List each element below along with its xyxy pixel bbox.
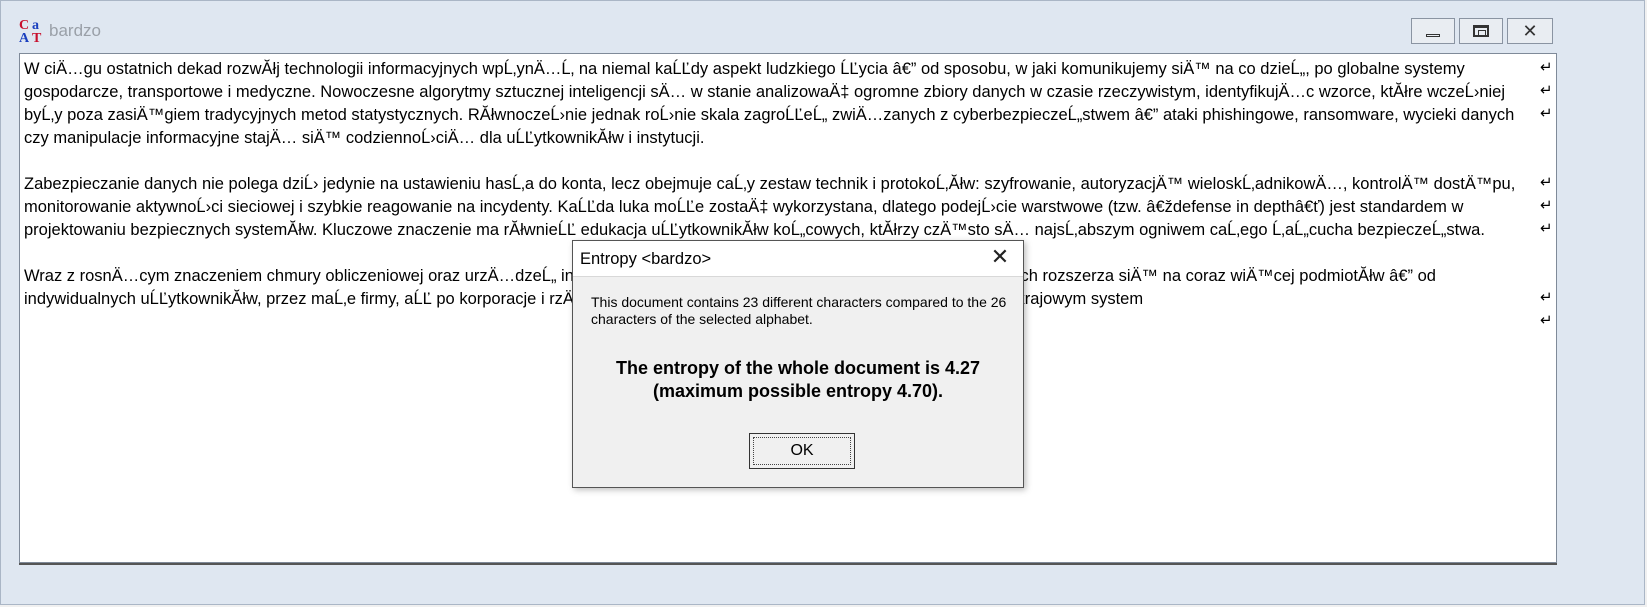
line-break-icon: ↵	[1540, 81, 1553, 99]
line-break-icon: ↵	[1540, 104, 1553, 122]
window-title: bardzo	[49, 21, 101, 40]
paragraph-1: W ciÄ…gu ostatnich dekad rozwĂłj technol…	[24, 60, 1519, 147]
line-break-icon: ↵	[1540, 219, 1553, 237]
entropy-line-1: The entropy of the whole document is 4.2…	[615, 358, 981, 378]
line-break-icon: ↵	[1540, 196, 1553, 214]
line-break-icon: ↵	[1540, 288, 1553, 306]
entropy-line-2: (maximum possible entropy 4.70).	[652, 381, 944, 401]
ok-button[interactable]: OK	[749, 433, 855, 469]
minimize-icon	[1426, 33, 1440, 37]
paragraph-2: Zabezpieczanie danych nie polega dziĹ› j…	[24, 175, 1520, 239]
cryptool-icon[interactable]: CaAT	[19, 19, 45, 47]
window-titlebar[interactable]: CaAT bardzo ✕	[1, 1, 1644, 53]
line-break-icon: ↵	[1540, 173, 1553, 191]
editor-bottom-border	[19, 561, 1557, 565]
minimize-button[interactable]	[1411, 18, 1455, 44]
entropy-dialog: Entropy <bardzo> ✕ This document contain…	[572, 240, 1024, 488]
dialog-close-icon[interactable]: ✕	[987, 246, 1013, 270]
dialog-message: This document contains 23 different char…	[591, 294, 1007, 327]
maximize-icon	[1473, 25, 1489, 37]
maximize-button[interactable]	[1459, 18, 1503, 44]
dialog-titlebar[interactable]: Entropy <bardzo> ✕	[573, 241, 1023, 277]
line-break-icon: ↵	[1540, 311, 1553, 329]
close-button[interactable]: ✕	[1507, 18, 1553, 44]
entropy-result: The entropy of the whole document is 4.2…	[583, 357, 1013, 403]
close-icon: ✕	[1522, 21, 1538, 41]
line-break-icon: ↵	[1540, 58, 1553, 76]
dialog-title: Entropy <bardzo>	[580, 250, 712, 268]
